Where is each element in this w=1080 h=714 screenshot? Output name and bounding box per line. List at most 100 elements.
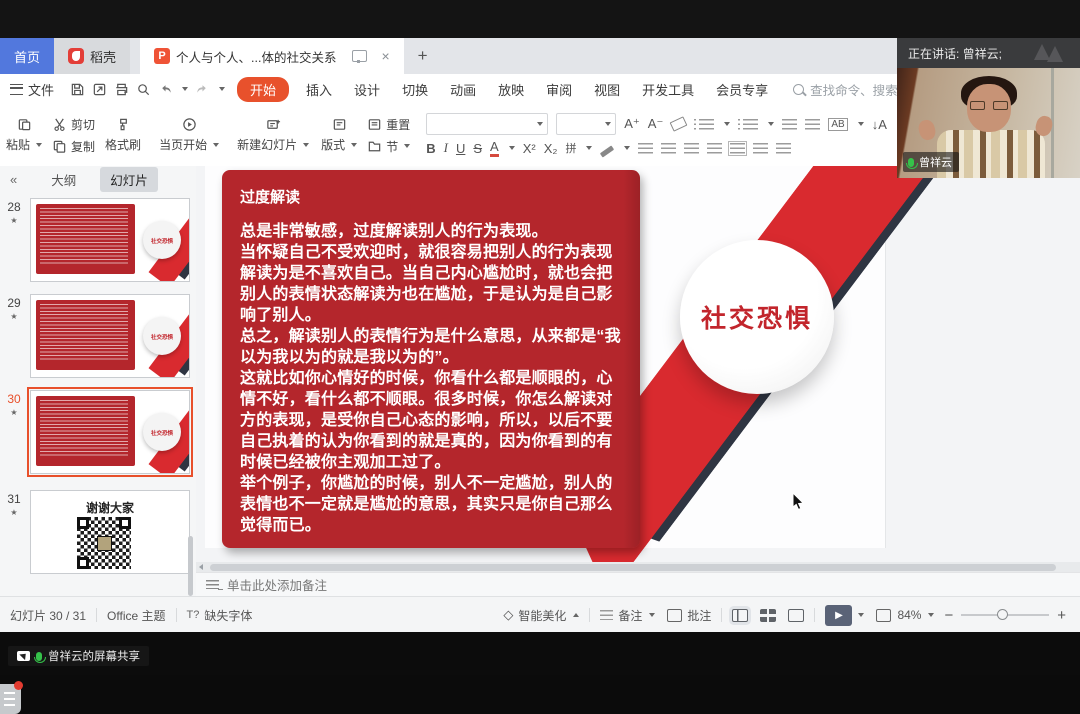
- increase-font-icon[interactable]: A⁺: [624, 116, 640, 132]
- highlight-pen-icon[interactable]: [600, 145, 614, 157]
- justify-icon[interactable]: [707, 143, 722, 154]
- slide-29-number: 29: [4, 296, 24, 310]
- copy-button[interactable]: 复制: [52, 138, 95, 155]
- play-options-caret[interactable]: [858, 613, 864, 617]
- superscript-icon[interactable]: X²: [523, 141, 536, 156]
- smart-beautify-button[interactable]: ◇ 智能美化: [503, 607, 579, 624]
- tab-document-title: 个人与个人、...体的社交关系: [176, 47, 336, 66]
- strikethrough-icon[interactable]: S: [473, 141, 482, 156]
- subscript-icon[interactable]: X₂: [544, 141, 558, 156]
- slide-text-box[interactable]: 过度解读 总是非常敏感，过度解读别人的行为表现。 当怀疑自己不受欢迎时，就很容易…: [222, 170, 640, 548]
- align-right-icon[interactable]: [684, 143, 699, 154]
- export-icon[interactable]: [92, 82, 107, 97]
- line-spacing-icon[interactable]: [753, 143, 768, 154]
- underline-icon[interactable]: U: [456, 141, 465, 156]
- menu-item-home[interactable]: 开始: [237, 77, 289, 102]
- section-button[interactable]: 节: [367, 138, 410, 155]
- menu-item-review[interactable]: 审阅: [535, 80, 583, 99]
- comments-icon: [667, 609, 682, 622]
- font-family-combobox[interactable]: [426, 113, 548, 135]
- save-icon[interactable]: [70, 82, 85, 97]
- font-color-icon[interactable]: A: [490, 139, 499, 157]
- zoom-slider-knob[interactable]: [997, 609, 1008, 620]
- webcam-video[interactable]: 曾祥云: [897, 68, 1080, 178]
- italic-icon[interactable]: I: [444, 140, 448, 156]
- zoom-out-button[interactable]: −: [944, 607, 953, 624]
- tab-slides[interactable]: 幻灯片: [100, 167, 158, 192]
- menu-item-slideshow[interactable]: 放映: [487, 80, 535, 99]
- new-tab-button[interactable]: +: [404, 38, 442, 74]
- align-left-icon[interactable]: [638, 143, 653, 154]
- text-direction-icon[interactable]: ↓A: [872, 117, 887, 132]
- format-painter-label: 格式刷: [105, 136, 141, 153]
- menu-item-transition[interactable]: 切换: [391, 80, 439, 99]
- theme-name[interactable]: Office 主题: [107, 607, 165, 624]
- missing-font-button[interactable]: T? 缺失字体: [187, 607, 253, 624]
- slide-canvas[interactable]: 过度解读 总是非常敏感，过度解读别人的行为表现。 当怀疑自己不受欢迎时，就很容易…: [196, 166, 1080, 562]
- cut-button[interactable]: 剪切: [52, 116, 95, 133]
- find-icon[interactable]: [136, 82, 151, 97]
- menu-item-design[interactable]: 设计: [343, 80, 391, 99]
- menu-item-member[interactable]: 会员专享: [705, 80, 779, 99]
- undo-dropdown-caret[interactable]: [182, 87, 188, 91]
- collapse-panel-button[interactable]: «: [0, 172, 27, 187]
- paste-button[interactable]: 粘贴: [0, 104, 48, 166]
- play-from-current-button[interactable]: 当页开始: [153, 104, 225, 166]
- print-icon[interactable]: [114, 82, 129, 97]
- redo-icon[interactable]: [195, 82, 210, 97]
- normal-view-button[interactable]: [732, 609, 748, 622]
- reset-button[interactable]: 重置: [367, 116, 410, 133]
- scroll-left-arrow[interactable]: [199, 564, 203, 570]
- char-spacing-icon[interactable]: AB: [828, 118, 847, 131]
- fit-slide-icon[interactable]: [876, 609, 891, 622]
- bullet-list-icon[interactable]: [699, 119, 714, 130]
- slide-thumbnail-31[interactable]: 谢谢大家: [30, 490, 190, 574]
- slide-thumbnail-30-selected[interactable]: 社交恐惧: [30, 390, 190, 474]
- hamburger-icon: [10, 84, 23, 95]
- distribute-icon[interactable]: [730, 143, 745, 154]
- slideshow-play-button[interactable]: ▶: [825, 605, 852, 626]
- font-size-combobox[interactable]: [556, 113, 616, 135]
- increase-indent-icon[interactable]: [805, 119, 820, 130]
- undo-icon[interactable]: [158, 82, 173, 97]
- zoom-slider[interactable]: [961, 614, 1049, 616]
- slide-thumbnail-29[interactable]: 社交恐惧: [30, 294, 190, 378]
- assistant-widget[interactable]: [0, 684, 21, 714]
- layout-button[interactable]: 版式: [315, 104, 363, 166]
- tab-document[interactable]: P 个人与个人、...体的社交关系 ×: [140, 38, 404, 74]
- tab-docer[interactable]: 稻壳: [54, 38, 130, 74]
- menu-item-insert[interactable]: 插入: [295, 80, 343, 99]
- pinyin-guide-icon[interactable]: 拼: [565, 140, 576, 156]
- horizontal-scrollbar[interactable]: [196, 562, 1080, 572]
- toolbar-collapse-caret[interactable]: [219, 87, 225, 91]
- align-center-icon[interactable]: [661, 143, 676, 154]
- zoom-level[interactable]: 84%: [897, 608, 934, 622]
- horizontal-scroll-thumb[interactable]: [210, 564, 1056, 571]
- menu-item-devtools[interactable]: 开发工具: [631, 80, 705, 99]
- new-slide-button[interactable]: 新建幻灯片: [231, 104, 315, 166]
- screen-share-indicator[interactable]: 曾祥云的屏幕共享: [8, 646, 149, 666]
- slide-thumbnail-28[interactable]: 社交恐惧: [30, 198, 190, 282]
- menu-item-view[interactable]: 视图: [583, 80, 631, 99]
- menu-item-animation[interactable]: 动画: [439, 80, 487, 99]
- reading-view-button[interactable]: [788, 609, 804, 622]
- file-menu-button[interactable]: 文件: [0, 80, 64, 99]
- clear-format-icon[interactable]: [670, 116, 688, 131]
- bold-icon[interactable]: B: [426, 141, 435, 156]
- pin-tab-icon[interactable]: [352, 50, 367, 62]
- paragraph-spacing-icon[interactable]: [776, 143, 791, 154]
- numbered-list-icon[interactable]: [743, 119, 758, 130]
- tab-home[interactable]: 首页: [0, 38, 54, 74]
- zoom-in-button[interactable]: +: [1057, 607, 1066, 624]
- slide-sorter-view-button[interactable]: [760, 609, 776, 622]
- notes-toggle-button[interactable]: 备注: [600, 607, 655, 624]
- decrease-indent-icon[interactable]: [782, 119, 797, 130]
- panel-scrollbar[interactable]: [188, 536, 193, 596]
- tab-outline[interactable]: 大纲: [41, 167, 86, 192]
- decrease-font-icon[interactable]: A⁻: [648, 116, 664, 132]
- badge-circle[interactable]: 社交恐惧: [680, 240, 834, 394]
- comments-button[interactable]: 批注: [667, 607, 711, 624]
- format-painter-button[interactable]: 格式刷: [99, 104, 147, 166]
- notes-bar[interactable]: 单击此处添加备注: [196, 572, 1080, 596]
- close-tab-icon[interactable]: ×: [381, 48, 389, 64]
